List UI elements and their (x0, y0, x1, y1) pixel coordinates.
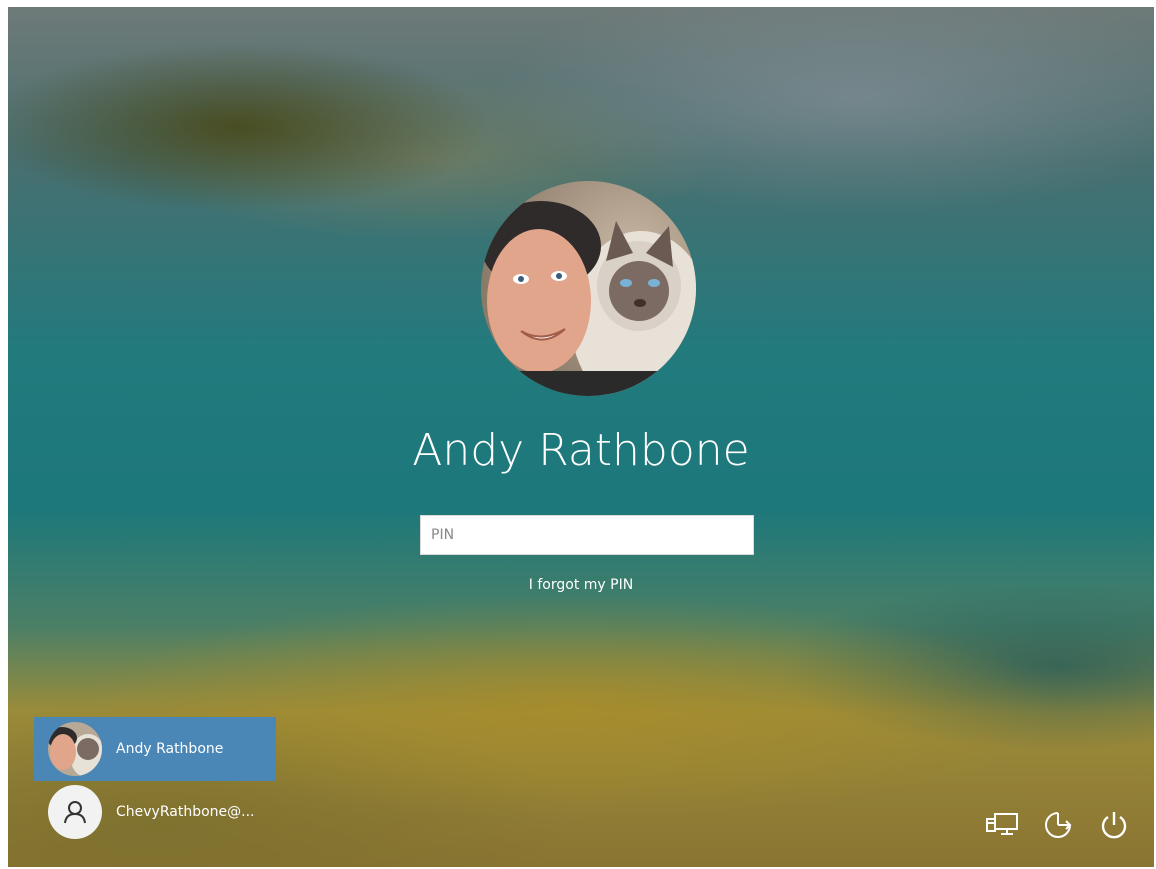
user-display-name: Andy Rathbone (412, 425, 750, 476)
account-tile-andy[interactable]: Andy Rathbone (34, 717, 276, 781)
pin-input[interactable] (421, 516, 753, 554)
network-button[interactable] (984, 807, 1020, 843)
network-icon (986, 813, 1018, 835)
system-buttons (984, 807, 1132, 843)
account-tile-label: ChevyRathbone@... (116, 804, 255, 820)
account-switcher: Andy Rathbone ChevyRathbone@... (34, 717, 276, 843)
generic-user-icon (48, 785, 102, 839)
ease-of-access-button[interactable] (1040, 807, 1076, 843)
pin-field-container[interactable] (420, 515, 754, 555)
account-tile-chevy[interactable]: ChevyRathbone@... (34, 781, 276, 843)
user-avatar (481, 181, 696, 396)
power-button[interactable] (1096, 807, 1132, 843)
user-photo-icon (48, 722, 102, 776)
account-tile-label: Andy Rathbone (116, 741, 224, 757)
lock-screen-background: Andy Rathbone I forgot my PIN Andy Rathb… (8, 7, 1154, 867)
forgot-pin-link[interactable]: I forgot my PIN (8, 577, 1154, 593)
user-photo-icon (481, 181, 696, 396)
power-icon (1101, 812, 1127, 839)
ease-of-access-icon (1045, 812, 1072, 838)
